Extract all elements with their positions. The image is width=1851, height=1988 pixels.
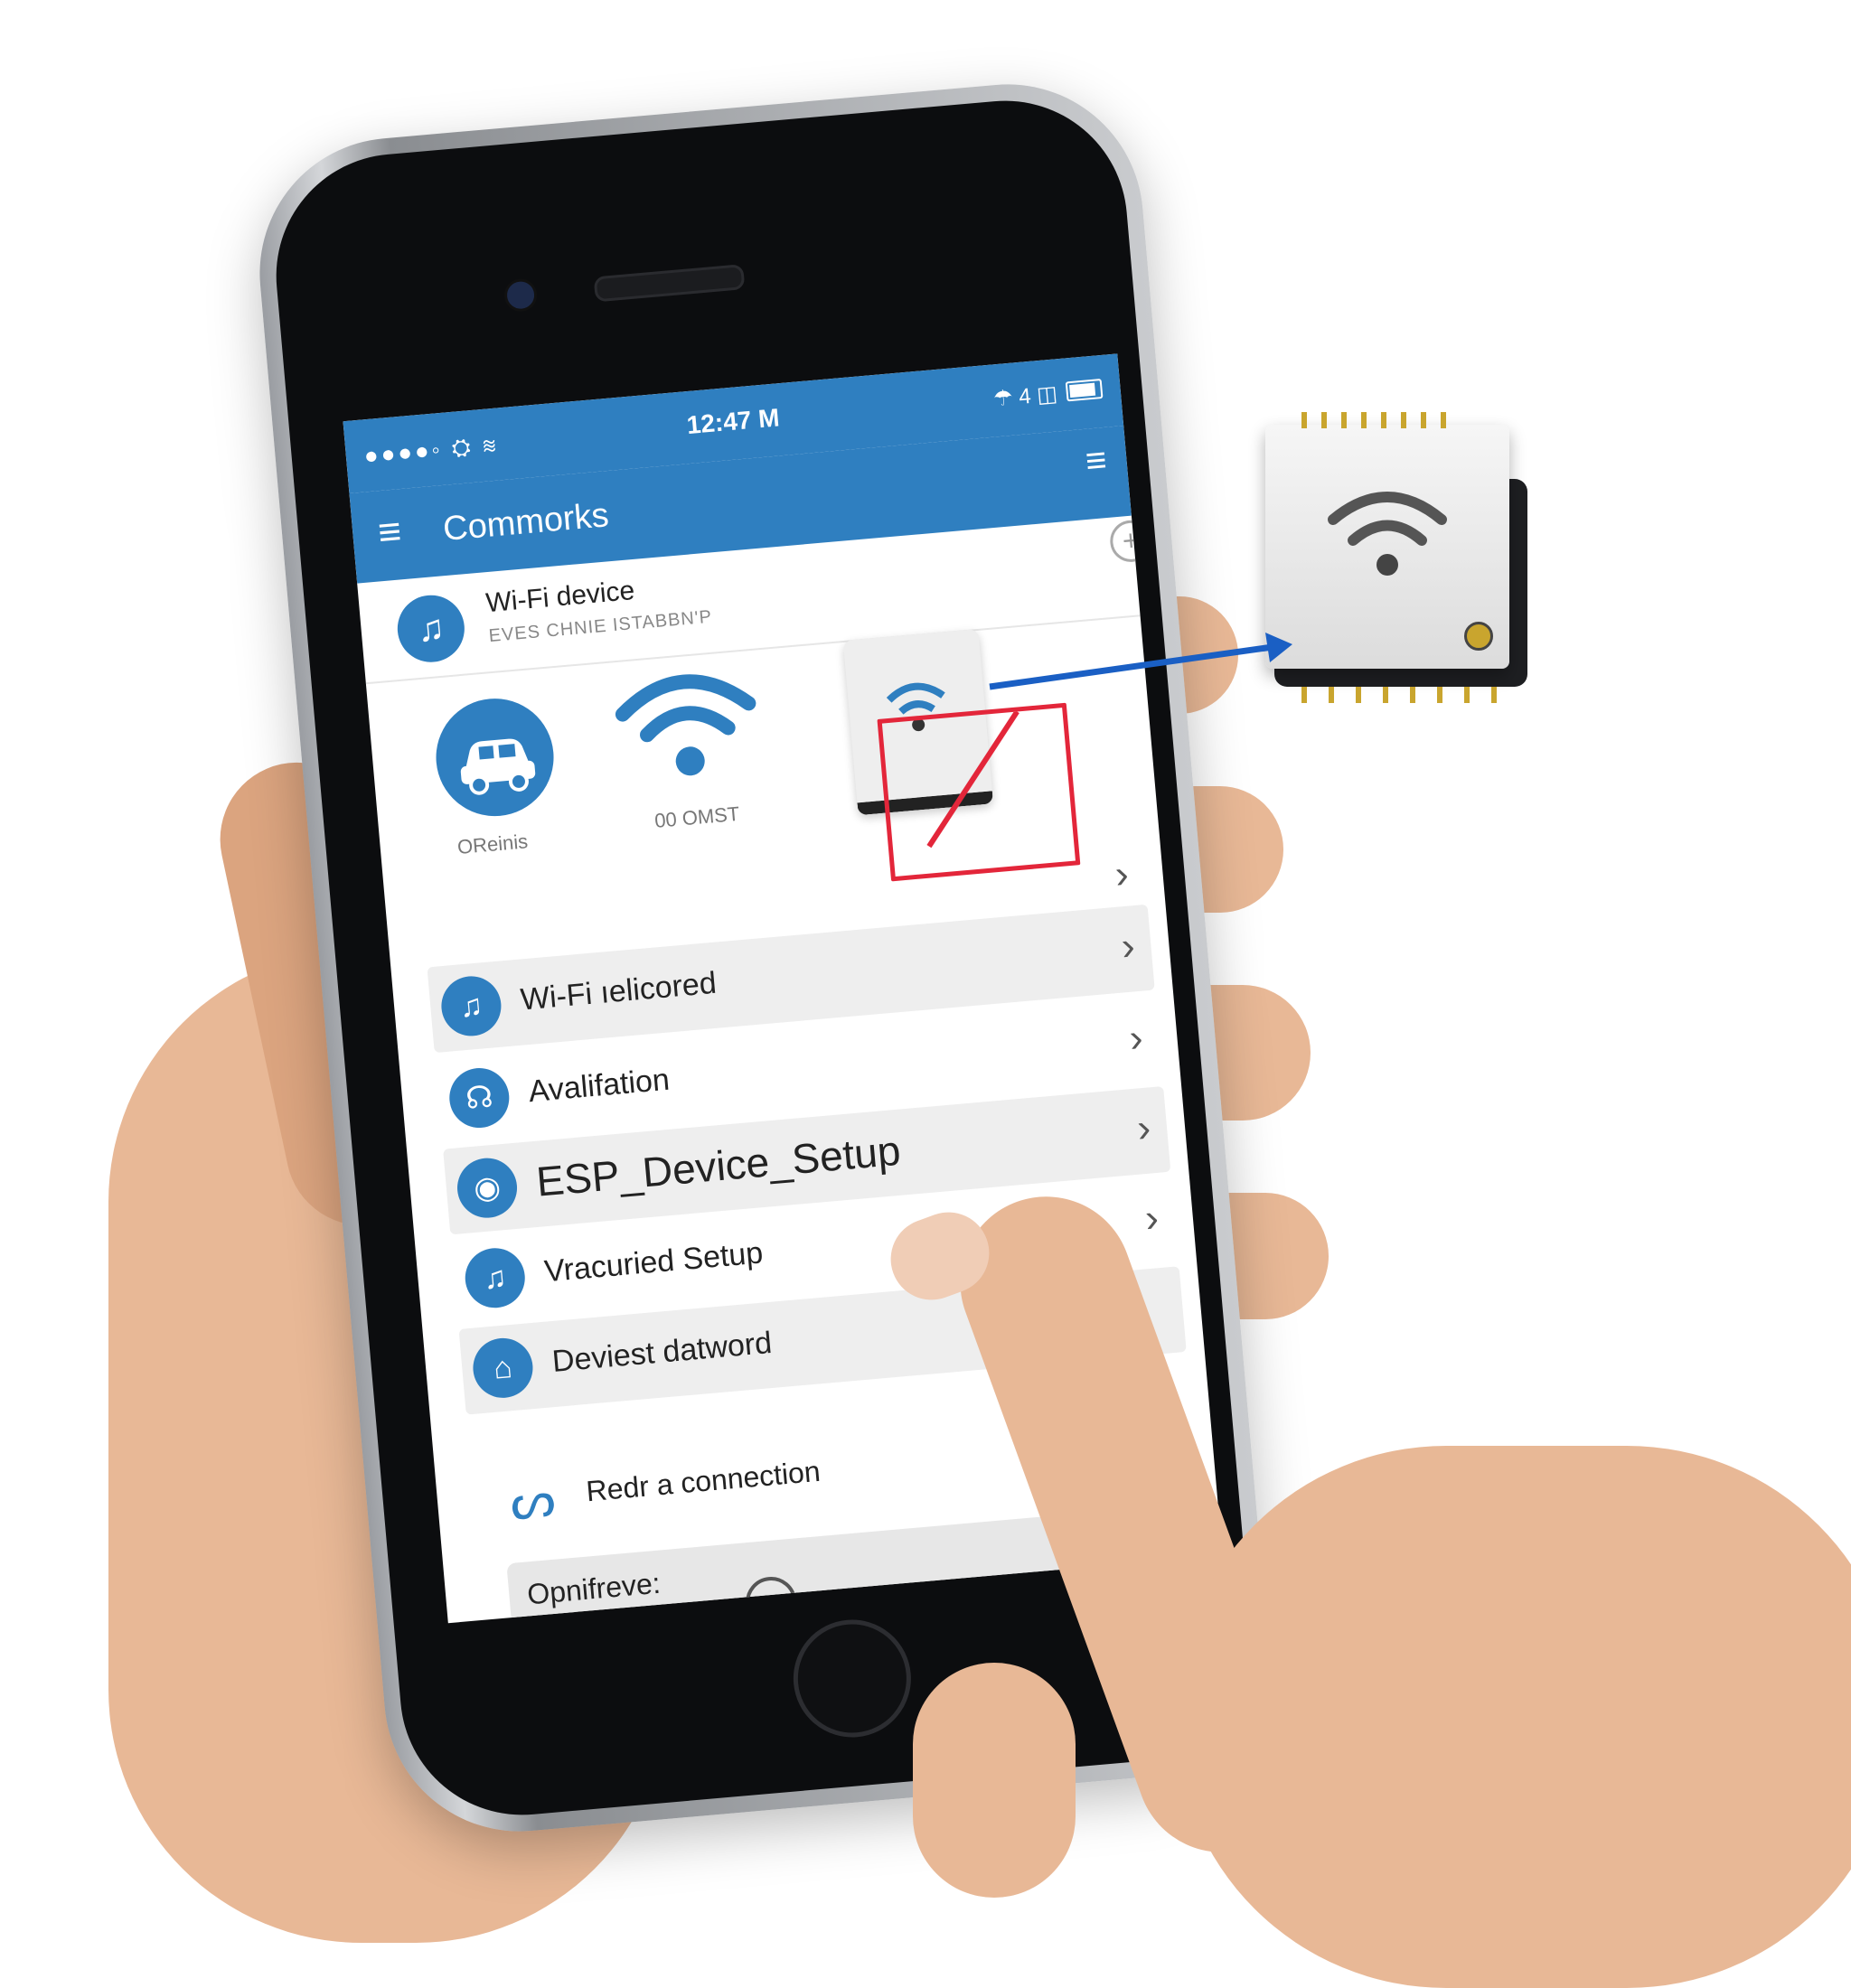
wifi-icon (1328, 492, 1447, 576)
reconnect-label[interactable]: Redr a connection (585, 1455, 822, 1508)
device-icon: ⌂ (470, 1336, 536, 1401)
wifi-label: 00 OMST (653, 802, 741, 832)
esp-wifi-module (1265, 412, 1527, 703)
chevron-right-icon: › (1135, 1105, 1153, 1151)
module-indicator (1464, 622, 1493, 651)
right-hand-back (1175, 1446, 1851, 1988)
overflow-menu-icon[interactable]: ≡ (1084, 440, 1108, 483)
contacts-icon: ☊ (446, 1065, 512, 1130)
wifi-icon[interactable] (610, 658, 765, 787)
module-shield (1265, 425, 1509, 669)
chevron-right-icon: › (1119, 924, 1137, 970)
music-note-icon: ♫ (462, 1245, 528, 1311)
reconnect-icon[interactable]: ᔕ (508, 1469, 558, 1533)
list-item-label: Wi-Fi ıelicored (519, 965, 719, 1017)
phone-icon[interactable]: ✆ (606, 1602, 643, 1623)
earpiece-speaker (593, 264, 746, 303)
music-note-icon: ♫ (438, 973, 504, 1039)
home-button[interactable] (788, 1615, 916, 1742)
list-item-label: Avalifation (527, 1062, 672, 1110)
scene: ●●●●◦ ⛭ ≋ 12:47 M ☂ 4 ◫ ≡ ≡ Commorks + ♫… (0, 0, 1851, 1988)
page-title: Commorks (441, 496, 611, 549)
music-note-icon: ♫ (394, 592, 467, 665)
status-icons: ☂ 4 ◫ (992, 381, 1059, 412)
chevron-right-icon: › (1113, 851, 1131, 897)
home-circle-icon[interactable] (743, 1574, 799, 1624)
front-camera-icon (503, 277, 539, 314)
menu-icon[interactable]: ≡ (376, 509, 403, 556)
chevron-right-icon: › (1127, 1015, 1145, 1061)
right-thumb (913, 1663, 1076, 1898)
list-item-label: Vracuried Setup (542, 1235, 765, 1289)
car-label: OReinis (456, 830, 530, 859)
list-item-label: ESP_Device_Setup (534, 1126, 903, 1205)
power-icon: ◉ (455, 1155, 520, 1221)
chevron-right-icon: › (1142, 1196, 1160, 1242)
battery-icon (1065, 379, 1104, 402)
device-title: Wi-Fi device (484, 575, 636, 619)
list-item-label: Deviest datword (550, 1325, 774, 1380)
car-icon[interactable] (431, 693, 559, 821)
